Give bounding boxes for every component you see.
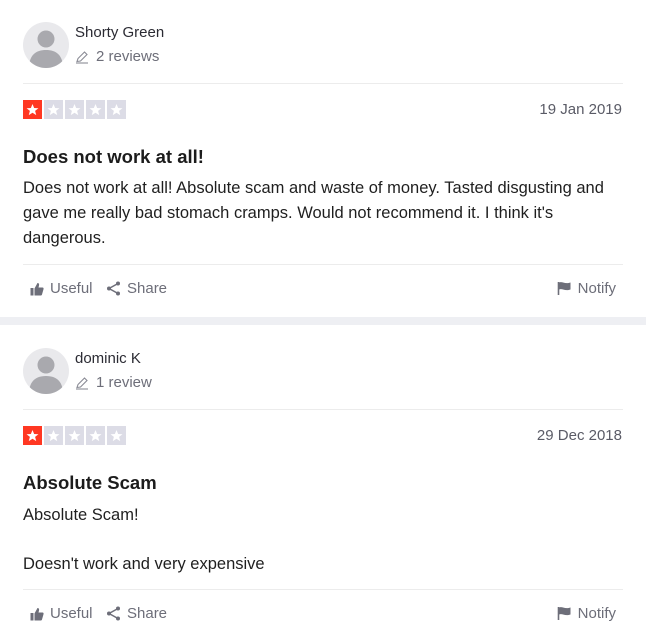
review-date: 29 Dec 2018	[536, 427, 622, 444]
divider	[23, 409, 623, 410]
star-rating	[23, 426, 126, 445]
star-icon	[89, 429, 102, 442]
notify-label: Notify	[577, 280, 616, 297]
pencil-icon	[76, 50, 88, 64]
default-user-avatar-icon	[29, 356, 63, 394]
share-icon	[107, 281, 120, 296]
review-paragraph: Doesn't work and very expensive	[23, 555, 265, 573]
useful-label: Useful	[50, 280, 93, 297]
review-card: Shorty Green 2 reviews 19 Jan 2019 Does …	[0, 0, 646, 317]
review-count-label: 2 reviews	[96, 48, 160, 65]
star-empty	[44, 426, 63, 445]
divider	[23, 264, 623, 265]
divider	[23, 83, 623, 84]
review-paragraph: Absolute Scam!	[23, 506, 139, 524]
star-icon	[68, 429, 81, 442]
star-empty	[86, 426, 105, 445]
review-actions: Useful Share Notify	[30, 280, 616, 302]
avatar[interactable]	[23, 22, 69, 68]
useful-button[interactable]: Useful	[30, 280, 93, 297]
share-button[interactable]: Share	[106, 280, 167, 297]
star-empty	[65, 426, 84, 445]
share-button[interactable]: Share	[106, 605, 167, 622]
star-empty	[107, 426, 126, 445]
flag-icon	[557, 607, 571, 620]
divider	[23, 589, 623, 590]
star-rating	[23, 100, 126, 119]
notify-label: Notify	[577, 605, 616, 622]
reviewer-name[interactable]: Shorty Green	[75, 24, 164, 41]
star-icon	[89, 103, 102, 116]
star-icon	[47, 103, 60, 116]
star-icon	[26, 103, 39, 116]
review-title[interactable]: Does not work at all!	[23, 146, 204, 168]
pencil-icon	[76, 376, 88, 390]
star-icon	[110, 103, 123, 116]
thumbs-up-icon	[30, 607, 44, 620]
avatar[interactable]	[23, 348, 69, 394]
flag-icon	[557, 282, 571, 295]
star-empty	[65, 100, 84, 119]
share-label: Share	[127, 280, 168, 297]
star-empty	[107, 100, 126, 119]
review-body: Does not work at all! Absolute scam and …	[23, 176, 624, 251]
star-icon	[110, 429, 123, 442]
review-date: 19 Jan 2019	[539, 101, 622, 118]
star-empty	[44, 100, 63, 119]
star-icon	[47, 429, 60, 442]
review-count: 2 reviews	[75, 48, 159, 65]
review-actions: Useful Share Notify	[30, 605, 616, 627]
share-icon	[107, 606, 120, 621]
review-separator	[0, 317, 646, 325]
useful-button[interactable]: Useful	[30, 605, 93, 622]
star-empty	[86, 100, 105, 119]
thumbs-up-icon	[30, 282, 44, 295]
star-icon	[68, 103, 81, 116]
share-label: Share	[127, 605, 168, 622]
review-paragraph: Does not work at all! Absolute scam and …	[23, 179, 604, 247]
star-filled	[23, 100, 42, 119]
review-count-label: 1 review	[96, 374, 152, 391]
review-title[interactable]: Absolute Scam	[23, 472, 157, 494]
review-card: dominic K 1 review 29 Dec 2018 Absolute …	[0, 325, 646, 644]
useful-label: Useful	[50, 605, 93, 622]
review-body: Absolute Scam! Doesn't work and very exp…	[23, 503, 624, 577]
reviewer-name[interactable]: dominic K	[75, 350, 141, 367]
notify-button[interactable]: Notify	[557, 605, 616, 622]
star-icon	[26, 429, 39, 442]
notify-button[interactable]: Notify	[557, 280, 616, 297]
star-filled	[23, 426, 42, 445]
default-user-avatar-icon	[29, 30, 63, 68]
review-count: 1 review	[75, 374, 152, 391]
